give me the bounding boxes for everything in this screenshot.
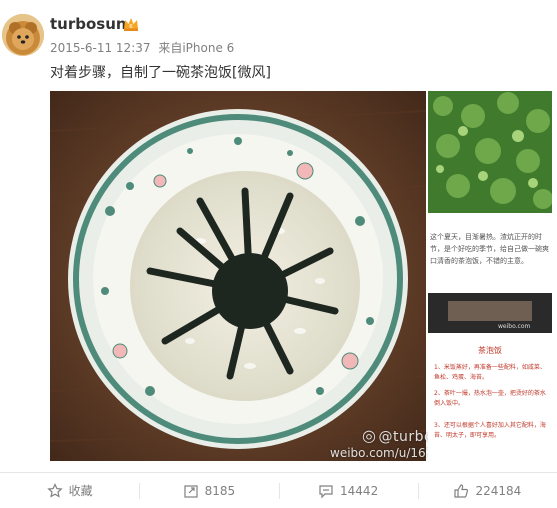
like-button[interactable]: 224184 [417,473,557,508]
like-count: 224184 [475,483,522,498]
post-meta: 2015-6-11 12:37 来自iPhone 6 [50,40,238,56]
image-watermark: ◎ @turbo [362,426,433,445]
weibo-logo-icon: ◎ [362,426,377,445]
favorite-label: 收藏 [68,484,93,498]
post-source[interactable]: iPhone 6 [182,41,234,55]
star-icon [46,482,63,498]
rice-bowl-image [50,91,426,461]
vip-crown-icon[interactable]: 6 [122,16,140,32]
post-date[interactable]: 2015-6-11 12:37 [50,41,151,55]
repost-count: 8185 [204,483,236,498]
watermark-handle: @turbo [378,429,434,445]
side-step-2: 2、茶叶一撮，热水泡一壶，把烫好的茶水倒入饭中。 [434,390,546,407]
comment-count: 14442 [340,483,379,498]
side-steps-title: 茶泡饭 [478,346,502,355]
side-photo[interactable]: 这个夏天，目渐暑热。渣炕正开的时节，是个好吃的季节，给自己做一碗爽口清香的茶泡饭… [428,91,552,461]
favorite-button[interactable]: 收藏 [0,473,139,508]
side-step-3: 3、还可以根据个人喜好加入其它配料，海苔、明太子，即可享用。 [434,422,546,439]
side-step-1: 1、米饭蒸好，再准备一些配料，如咸菜、鱼松、鸡蛋、海苔。 [434,364,546,381]
repost-icon [183,484,198,498]
dog-avatar-icon [2,14,44,56]
side-watermark: weibo.com [498,323,531,330]
username[interactable]: turbosun [50,14,127,34]
comment-icon [319,484,333,498]
thumbs-up-icon [454,483,469,498]
main-photo[interactable] [50,91,426,461]
source-prefix: 来自 [158,41,183,55]
svg-text:6: 6 [129,24,133,30]
comment-button[interactable]: 14442 [278,473,418,508]
post-text: 对着步骤，自制了一碗茶泡饭[微风] [50,65,271,81]
repost-button[interactable]: 8185 [139,473,278,508]
side-caption: 这个夏天，目渐暑热。渣炕正开的时节，是个好吃的季节，给自己做一碗爽口清香的茶泡饭… [430,233,549,265]
avatar[interactable] [2,14,44,56]
action-bar: 收藏 8185 14442 224184 [0,472,557,508]
